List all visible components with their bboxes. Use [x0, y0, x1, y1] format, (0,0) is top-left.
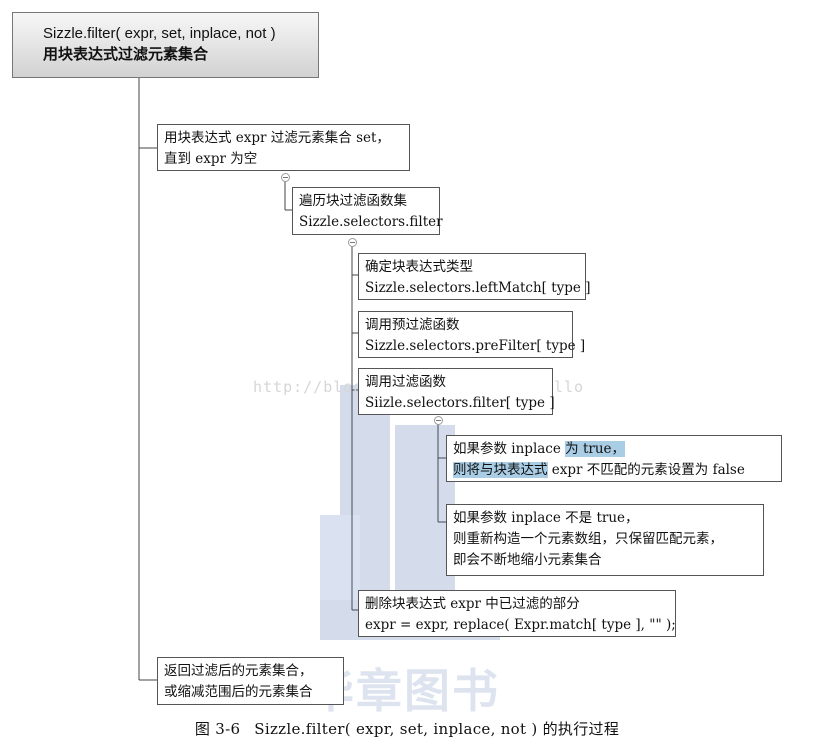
- node-inplace-true-line1-text: 如果参数 inplace: [453, 441, 566, 457]
- collapse-icon[interactable]: [281, 173, 290, 182]
- node-remove-filtered-line1: 删除块表达式 expr 中已过滤的部分: [365, 596, 580, 612]
- node-inplace-false-line1: 如果参数 inplace 不是 true，: [453, 510, 639, 526]
- node-filter-loop: 用块表达式 expr 过滤元素集合 set， 直到 expr 为空: [157, 124, 410, 171]
- node-inplace-true-line2: 则将与块表达式 expr 不匹配的元素设置为 false: [453, 460, 775, 481]
- node-return-set-line2: 或缩减范围后的元素集合: [164, 684, 313, 700]
- node-call-filter: 调用过滤函数 Siizle.selectors.filter[ type ]: [358, 368, 555, 415]
- node-inplace-false-line3: 即会不断地缩小元素集合: [453, 552, 602, 568]
- node-inplace-true-line1: 如果参数 inplace 为 true，: [453, 439, 775, 460]
- node-filter-loop-line1: 用块表达式 expr 过滤元素集合 set，: [164, 130, 390, 146]
- node-return-set-line1: 返回过滤后的元素集合，: [164, 663, 313, 679]
- figure-caption-text: Sizzle.filter( expr, set, inplace, not )…: [254, 720, 620, 738]
- node-remove-filtered-line2: expr = expr, replace( Expr.match[ type ]…: [365, 617, 676, 633]
- node-return-set: 返回过滤后的元素集合， 或缩减范围后的元素集合: [157, 657, 344, 705]
- node-inplace-true-line1-highlight: 为 true，: [565, 441, 626, 457]
- node-call-filter-line2: Siizle.selectors.filter[ type ]: [365, 395, 555, 411]
- node-iterate-filters: 遍历块过滤函数集 Sizzle.selectors.filter: [292, 187, 443, 235]
- node-iterate-filters-line2: Sizzle.selectors.filter: [299, 214, 443, 230]
- node-inplace-false-line2: 则重新构造一个元素数组，只保留匹配元素，: [453, 531, 723, 547]
- node-inplace-false: 如果参数 inplace 不是 true， 则重新构造一个元素数组，只保留匹配元…: [446, 504, 764, 576]
- root-signature: Sizzle.filter( expr, set, inplace, not ): [43, 25, 276, 42]
- root-node: Sizzle.filter( expr, set, inplace, not )…: [12, 12, 319, 78]
- node-determine-type-line2: Sizzle.selectors.leftMatch[ type ]: [365, 280, 591, 296]
- node-inplace-true-line2-text: expr 不匹配的元素设置为 false: [547, 462, 745, 478]
- collapse-icon[interactable]: [348, 238, 357, 247]
- node-determine-type-line1: 确定块表达式类型: [365, 259, 473, 275]
- node-call-prefilter-line2: Sizzle.selectors.preFilter[ type ]: [365, 338, 586, 354]
- node-determine-type: 确定块表达式类型 Sizzle.selectors.leftMatch[ typ…: [358, 253, 591, 300]
- node-remove-filtered: 删除块表达式 expr 中已过滤的部分 expr = expr, replace…: [358, 590, 676, 637]
- figure-caption: 图 3-6 Sizzle.filter( expr, set, inplace, …: [0, 718, 814, 739]
- node-call-prefilter-line1: 调用预过滤函数: [365, 317, 460, 333]
- collapse-icon[interactable]: [434, 416, 443, 425]
- node-call-filter-line1: 调用过滤函数: [365, 374, 446, 390]
- node-inplace-true-line2-highlight: 则将与块表达式: [453, 462, 548, 478]
- node-iterate-filters-line1: 遍历块过滤函数集: [299, 193, 407, 209]
- figure-number: 图 3-6: [194, 720, 241, 738]
- node-call-prefilter: 调用预过滤函数 Sizzle.selectors.preFilter[ type…: [358, 311, 586, 358]
- node-filter-loop-line2: 直到 expr 为空: [164, 151, 258, 167]
- root-description: 用块表达式过滤元素集合: [43, 46, 209, 63]
- node-inplace-true: 如果参数 inplace 为 true， 则将与块表达式 expr 不匹配的元素…: [446, 435, 782, 482]
